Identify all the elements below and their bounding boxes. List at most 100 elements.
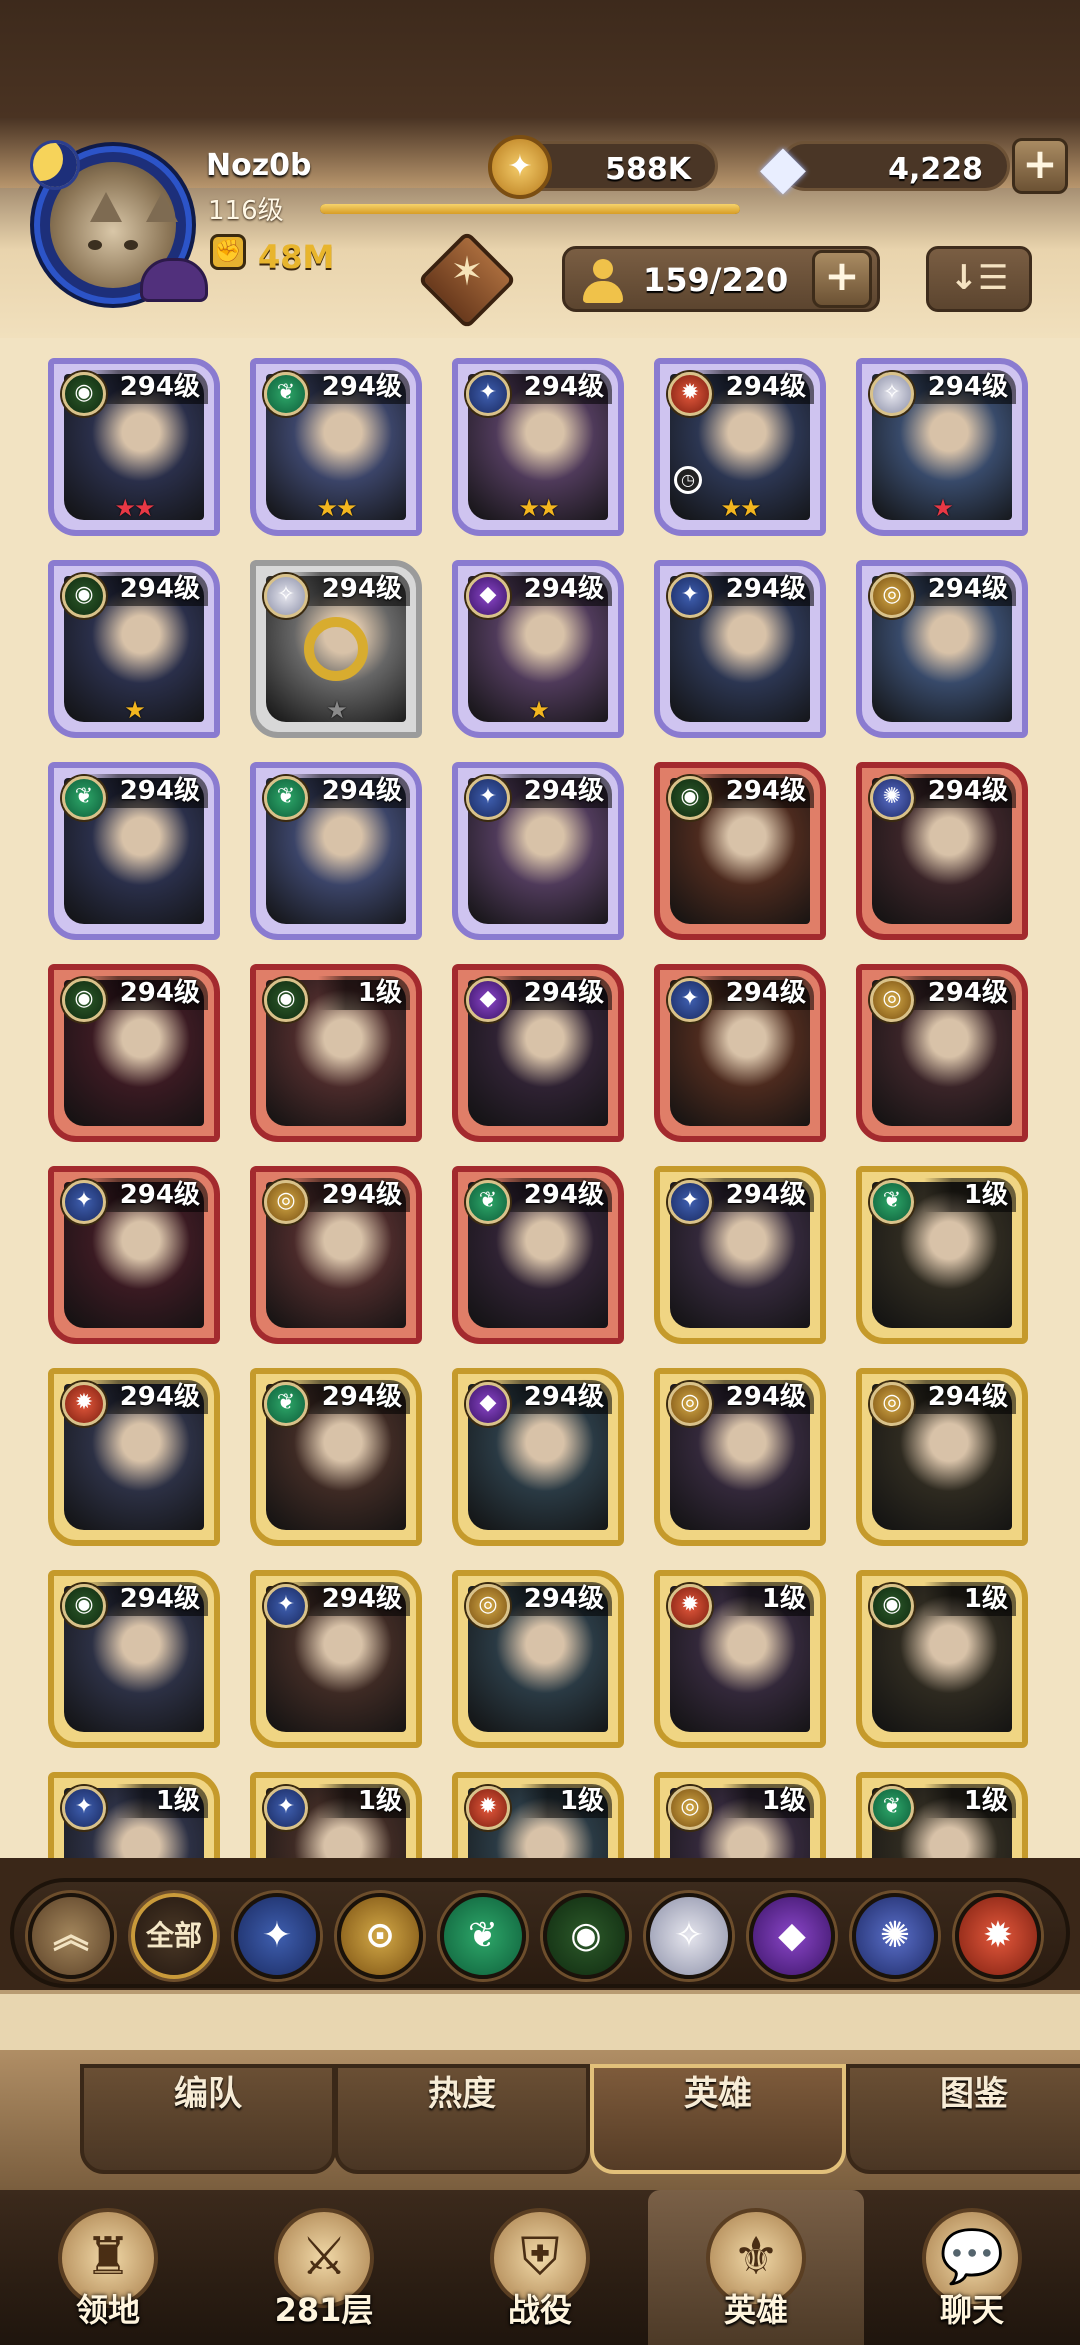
hero-level: 1级 bbox=[519, 1784, 612, 1818]
nav-label: 281层 bbox=[274, 2291, 374, 2329]
hero-card[interactable]: 294级 ◆ bbox=[452, 964, 624, 1142]
faction-icon: ✦ bbox=[466, 372, 510, 416]
filter-all-label: 全部 bbox=[145, 1919, 202, 1952]
faction-icon: ◉ bbox=[62, 372, 106, 416]
faction-icon: ❦ bbox=[62, 776, 106, 820]
filter-celestial-button[interactable]: ✧ bbox=[646, 1893, 732, 1979]
hero-card[interactable]: 1级 ✹ bbox=[654, 1570, 826, 1748]
gem-amount: 4,228 bbox=[888, 152, 983, 187]
bottom-nav: ♜ 领地 ⚔ 281层 ⛨ 战役 ⚜ 英雄 💬 聊天 bbox=[0, 2190, 1080, 2345]
hero-card[interactable]: 294级 ✦ bbox=[654, 964, 826, 1142]
nav-territory[interactable]: ♜ 领地 bbox=[0, 2190, 216, 2345]
sort-button[interactable]: ↓☰ bbox=[926, 246, 1032, 312]
formation-button[interactable]: ✶ bbox=[417, 230, 517, 330]
hero-stars: ★★ bbox=[518, 494, 559, 522]
faction-icon: ✹ bbox=[466, 1786, 510, 1830]
nav-tower[interactable]: ⚔ 281层 bbox=[216, 2190, 432, 2345]
hero-card[interactable]: 1级 ✦ bbox=[250, 1772, 422, 1858]
hero-card[interactable]: 294级 ✦ ★★ bbox=[452, 358, 624, 536]
hero-card[interactable]: 294级 ◉ bbox=[48, 1570, 220, 1748]
add-gems-button[interactable]: + bbox=[1012, 138, 1068, 194]
hero-grid: 294级 ◉ ★★ 294级 ❦ ★★ 294级 ✦ ★★ 294级 ✹ ◷ ★★ 294级 ✧ ★ 294级 ◉… bbox=[0, 338, 1080, 1858]
hero-card[interactable]: 294级 ✦ bbox=[654, 1166, 826, 1344]
hero-card[interactable]: 294级 ❦ bbox=[452, 1166, 624, 1344]
tab-label: 热度 bbox=[428, 2074, 496, 2114]
hero-card[interactable]: 294级 ✦ bbox=[452, 762, 624, 940]
hero-card[interactable]: 294级 ◉ bbox=[654, 762, 826, 940]
faction-icon: ✧ bbox=[264, 574, 308, 618]
app-screen: { "player": {"name":"Noz0b","level":"116… bbox=[0, 0, 1080, 2345]
tab-formation[interactable]: 编队 bbox=[80, 2064, 336, 2174]
tab-collection[interactable]: 图鉴 bbox=[846, 2064, 1080, 2174]
nav-campaign[interactable]: ⛨ 战役 bbox=[432, 2190, 648, 2345]
nav-label: 英雄 bbox=[723, 2291, 788, 2329]
divider-strip bbox=[0, 1990, 1080, 2050]
hero-card[interactable]: 294级 ◎ bbox=[452, 1570, 624, 1748]
hero-card[interactable]: 294级 ❦ ★★ bbox=[250, 358, 422, 536]
hero-card[interactable]: 294级 ◎ bbox=[856, 1368, 1028, 1546]
chain-lock-icon bbox=[304, 617, 368, 681]
leaf-icon: ❦ bbox=[467, 1915, 499, 1956]
hero-card[interactable]: 294级 ✧ ★ bbox=[856, 358, 1028, 536]
sunburst-icon: ✧ bbox=[673, 1915, 705, 1956]
filter-lightbearer-button[interactable]: ✦ bbox=[234, 1893, 320, 1979]
hero-card[interactable]: 1级 ✹ bbox=[452, 1772, 624, 1858]
hero-card[interactable]: 294级 ◆ bbox=[452, 1368, 624, 1546]
hero-card[interactable]: 1级 ◉ bbox=[856, 1570, 1028, 1748]
hero-card[interactable]: 294级 ✧ ★ bbox=[250, 560, 422, 738]
filter-hypogean-button[interactable]: ◆ bbox=[749, 1893, 835, 1979]
tab-label: 图鉴 bbox=[940, 2074, 1008, 2114]
hero-card[interactable]: 1级 ❦ bbox=[856, 1772, 1028, 1858]
hero-card[interactable]: 294级 ◎ bbox=[654, 1368, 826, 1546]
filter-mauler-button[interactable]: ⊙ bbox=[337, 1893, 423, 1979]
player-avatar[interactable] bbox=[28, 140, 208, 310]
hero-card[interactable]: 294级 ◎ bbox=[856, 560, 1028, 738]
filter-wilder-button[interactable]: ❦ bbox=[440, 1893, 526, 1979]
hero-card[interactable]: 294级 ✦ bbox=[48, 1166, 220, 1344]
hero-stars: ★ bbox=[932, 494, 954, 522]
filter-dimensional-button[interactable]: ✺ bbox=[852, 1893, 938, 1979]
nav-heroes[interactable]: ⚜ 英雄 bbox=[648, 2190, 864, 2345]
faction-icon: ❦ bbox=[870, 1180, 914, 1224]
nav-chat[interactable]: 💬 聊天 bbox=[864, 2190, 1080, 2345]
hero-level: 1级 bbox=[923, 1178, 1016, 1212]
hero-card[interactable]: 1级 ❦ bbox=[856, 1166, 1028, 1344]
hero-card[interactable]: 1级 ◉ bbox=[250, 964, 422, 1142]
diamond-icon: ◆ bbox=[759, 132, 807, 202]
hero-card[interactable]: 294级 ✦ bbox=[250, 1570, 422, 1748]
hero-card[interactable]: 294级 ❦ bbox=[250, 1368, 422, 1546]
hero-card[interactable]: 294级 ◉ ★ bbox=[48, 560, 220, 738]
faction-icon: ❦ bbox=[264, 372, 308, 416]
hero-card[interactable]: 1级 ◎ bbox=[654, 1772, 826, 1858]
faction-icon: ✦ bbox=[668, 1180, 712, 1224]
chevron-up-icon: ︽ bbox=[52, 1915, 89, 1956]
hero-card[interactable]: 294级 ◎ bbox=[856, 964, 1028, 1142]
hero-card[interactable]: 294级 ❦ bbox=[250, 762, 422, 940]
filter-scroll-up-button[interactable]: ︽ bbox=[28, 1893, 114, 1979]
hero-card[interactable]: 294级 ◎ bbox=[250, 1166, 422, 1344]
tab-label: 编队 bbox=[174, 2074, 242, 2114]
hero-card[interactable]: 1级 ✦ bbox=[48, 1772, 220, 1858]
filter-graveborn-button[interactable]: ◉ bbox=[543, 1893, 629, 1979]
filter-flame-button[interactable]: ✹ bbox=[955, 1893, 1041, 1979]
faction-icon: ❦ bbox=[264, 1382, 308, 1426]
hero-card[interactable]: 294级 ◉ ★★ bbox=[48, 358, 220, 536]
hero-card[interactable]: 294级 ✺ bbox=[856, 762, 1028, 940]
hero-card[interactable]: 294级 ✦ bbox=[654, 560, 826, 738]
hero-card[interactable]: 294级 ◆ ★ bbox=[452, 560, 624, 738]
tab-popularity[interactable]: 热度 bbox=[334, 2064, 590, 2174]
faction-icon: ✦ bbox=[264, 1786, 308, 1830]
nav-label: 战役 bbox=[507, 2291, 572, 2329]
tab-heroes[interactable]: 英雄 bbox=[590, 2064, 846, 2174]
faction-icon: ◆ bbox=[466, 978, 510, 1022]
hero-stars: ★ bbox=[326, 696, 348, 724]
hero-card[interactable]: 294级 ✹ ◷ ★★ bbox=[654, 358, 826, 536]
capacity-count: 159/220 bbox=[643, 261, 789, 299]
hero-card[interactable]: 294级 ❦ bbox=[48, 762, 220, 940]
hero-card[interactable]: 294级 ◉ bbox=[48, 964, 220, 1142]
hero-card[interactable]: 294级 ✹ bbox=[48, 1368, 220, 1546]
clock-icon: ◷ bbox=[674, 466, 702, 494]
filter-all-button[interactable]: 全部 bbox=[131, 1893, 217, 1979]
sort-icon: ↓☰ bbox=[949, 258, 1009, 298]
expand-capacity-button[interactable]: + bbox=[812, 250, 872, 308]
